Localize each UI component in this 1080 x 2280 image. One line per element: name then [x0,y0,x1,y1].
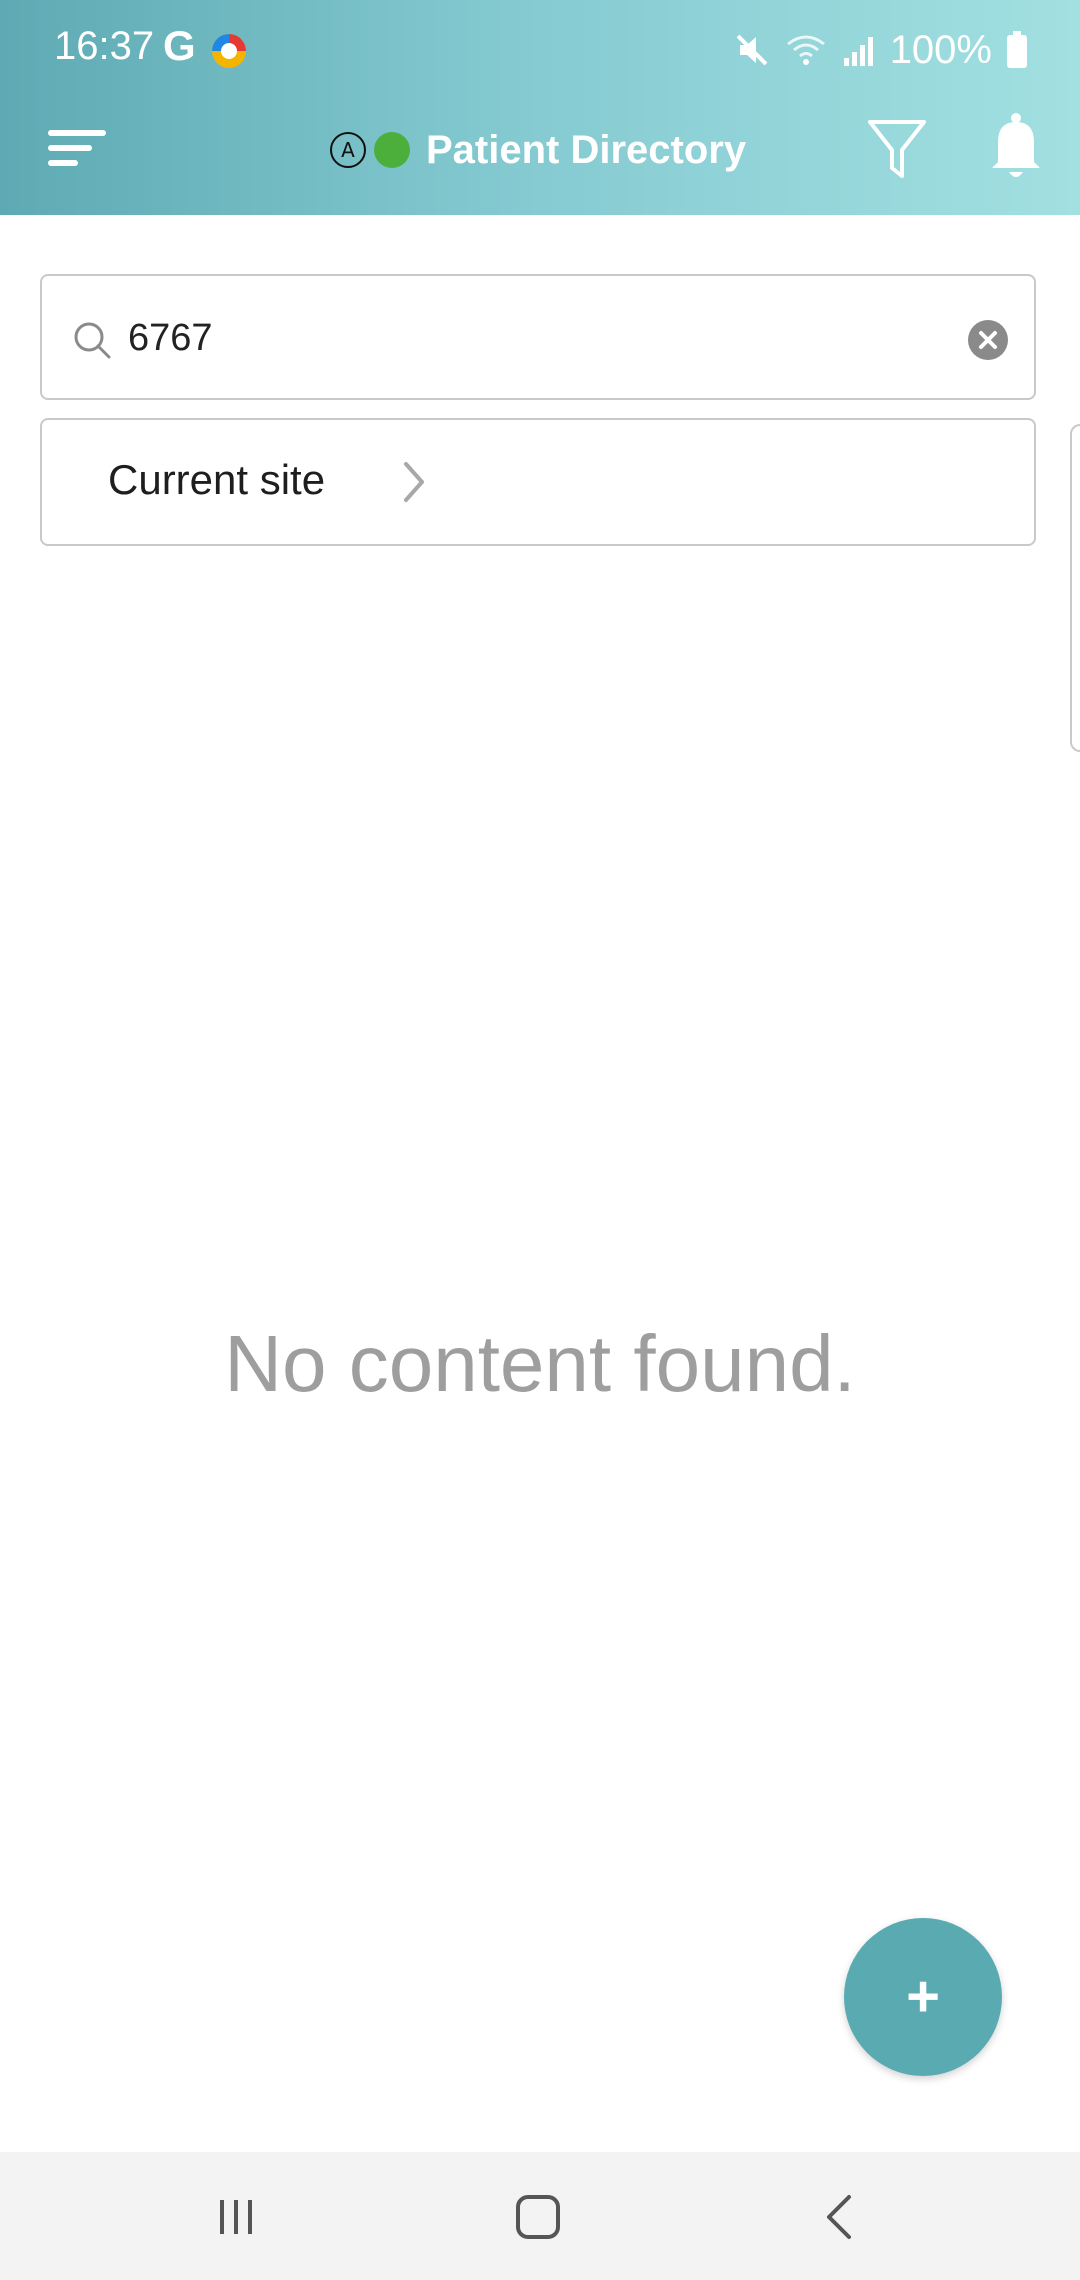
status-time: 16:37 [54,24,155,68]
battery-icon [1007,31,1027,68]
auto-mode-icon: A [330,132,366,168]
clear-search-button[interactable] [968,320,1008,360]
close-icon [979,331,997,349]
search-icon [74,322,111,359]
battery-level: 100% [889,27,992,72]
filter-icon[interactable] [866,116,928,182]
svg-text:A: A [341,138,355,162]
back-icon[interactable] [805,2182,875,2252]
app-notification-icon [212,34,246,68]
bell-icon[interactable] [988,112,1044,182]
site-selector-label: Current site [108,456,326,503]
search-input[interactable] [126,304,890,372]
signal-icon [843,37,873,66]
status-online-icon [374,132,410,168]
menu-icon[interactable] [46,118,110,178]
site-selector[interactable]: Current site [40,418,1036,546]
empty-state-message: No content found. [224,1319,856,1408]
home-icon[interactable] [503,2182,573,2252]
wifi-icon [786,35,825,65]
page-title-group: A Patient Directory [328,118,746,182]
chevron-right-icon [404,462,424,502]
google-icon: G [163,22,196,69]
recents-icon[interactable] [201,2182,271,2252]
search-bar[interactable] [40,274,1036,400]
system-nav-bar [0,2152,1080,2280]
add-patient-button[interactable]: + [844,1918,1002,2076]
app-header: 16:37 G 100% A Patient Directory [0,0,1080,215]
page-title: Patient Directory [426,127,747,172]
side-panel-handle[interactable] [1070,424,1080,752]
status-icons: 100% [734,22,1028,78]
mute-icon [736,34,768,66]
plus-icon: + [906,1964,940,2029]
